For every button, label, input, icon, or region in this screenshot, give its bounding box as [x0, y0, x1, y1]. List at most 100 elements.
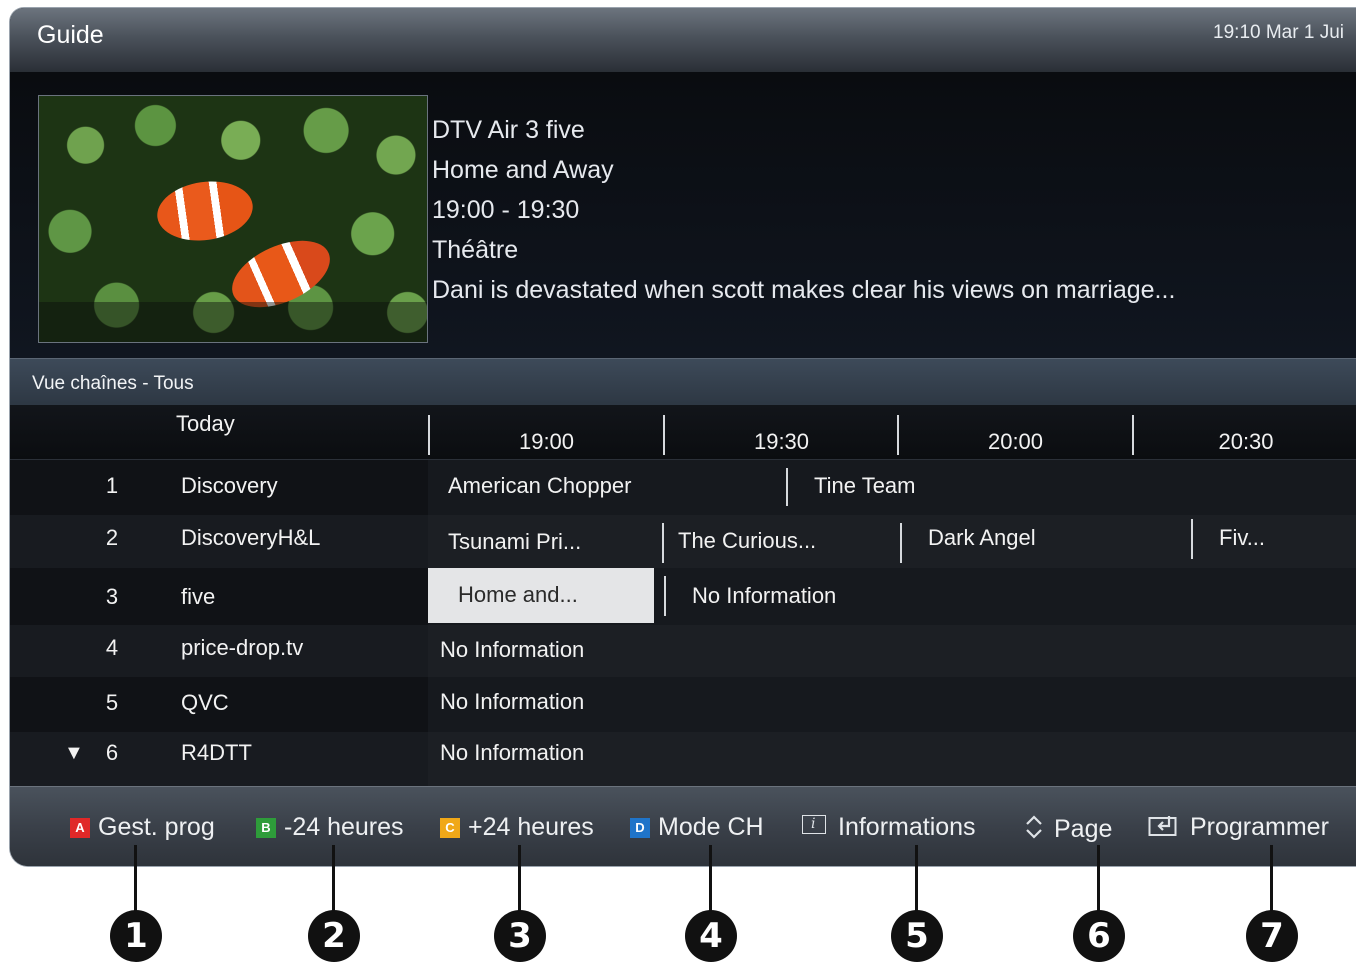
- callout-badge: 6: [1073, 910, 1125, 962]
- program-title: Fiv...: [1219, 525, 1266, 550]
- channel-number: 1: [105, 473, 119, 498]
- callout-badge: 5: [891, 910, 943, 962]
- program-cell[interactable]: The Curious...: [662, 523, 900, 563]
- channel-row[interactable]: 3 five Home and... No Information: [10, 568, 1356, 625]
- program-cell-selected[interactable]: Home and...: [428, 568, 654, 623]
- guide-screen: Guide 19:10 Mar 1 Jui DTV Air 3 five Hom…: [10, 8, 1356, 866]
- callout-line: [332, 845, 335, 915]
- channel-cell[interactable]: 1 Discovery: [10, 460, 428, 515]
- channel-cell[interactable]: 4 price-drop.tv: [10, 625, 428, 677]
- time-label: 19:30: [753, 429, 810, 454]
- callout-line: [1270, 845, 1273, 915]
- channel-number: 2: [105, 525, 119, 550]
- program-cell[interactable]: American Chopper: [428, 460, 786, 515]
- time-label: 20:30: [1218, 429, 1274, 454]
- channel-row[interactable]: 1 Discovery American Chopper Tine Team: [10, 460, 1356, 515]
- info-description: Dani is devastated when scott makes clea…: [432, 276, 1176, 304]
- program-title: Dark Angel: [928, 525, 1036, 550]
- channel-name: Discovery: [181, 473, 278, 498]
- time-slot: 20:30: [1132, 415, 1356, 455]
- callout-line: [518, 845, 521, 915]
- channel-number: 6: [105, 740, 119, 765]
- footer-label: Informations: [838, 813, 976, 841]
- callout-line: [915, 845, 918, 915]
- callout-line: [709, 845, 712, 915]
- program-cell[interactable]: Tsunami Pri...: [428, 515, 662, 568]
- footer-item-mode-ch[interactable]: D Mode CH: [630, 813, 764, 842]
- channel-row[interactable]: 5 QVC No Information: [10, 677, 1356, 732]
- enter-icon: [1148, 816, 1177, 836]
- program-title: No Information: [440, 637, 585, 662]
- channel-row[interactable]: ▼ 6 R4DTT No Information: [10, 732, 1356, 786]
- program-lane: Tsunami Pri... The Curious... Dark Angel…: [428, 515, 1356, 568]
- program-title: The Curious...: [678, 528, 817, 553]
- program-cell[interactable]: No Information: [428, 732, 1328, 786]
- footer-item-plus-24h[interactable]: C +24 heures: [440, 813, 594, 842]
- program-details: DTV Air 3 five Home and Away 19:00 - 19:…: [432, 110, 1175, 310]
- callout-badge: 3: [494, 910, 546, 962]
- channel-name: price-drop.tv: [181, 635, 304, 660]
- view-label: Vue chaînes - Tous: [32, 373, 194, 394]
- channel-row[interactable]: 2 DiscoveryH&L Tsunami Pri... The Curiou…: [10, 515, 1356, 568]
- footer-item-informations[interactable]: i Informations: [802, 813, 976, 842]
- fish-shape: [153, 175, 257, 247]
- time-label: 20:00: [987, 429, 1044, 454]
- info-time: 19:00 - 19:30: [432, 196, 580, 224]
- info-genre: Théâtre: [432, 236, 519, 264]
- callout-badge: 7: [1246, 910, 1298, 962]
- header-bar: Guide 19:10 Mar 1 Jui: [10, 8, 1356, 73]
- program-cell[interactable]: Tine Team: [786, 468, 1356, 506]
- footer-label: Page: [1054, 815, 1113, 843]
- callout-line: [134, 845, 137, 915]
- channel-cell[interactable]: 2 DiscoveryH&L: [10, 515, 428, 568]
- channel-cell[interactable]: 5 QVC: [10, 677, 428, 732]
- time-header: Today 19:00 19:30 20:00 20:30: [10, 405, 1356, 460]
- button-guide-bar: A Gest. prog B -24 heures C +24 heures D Mod…: [10, 786, 1356, 866]
- program-title: No Information: [440, 689, 585, 714]
- info-icon: i: [802, 815, 826, 834]
- callout-badge: 2: [308, 910, 360, 962]
- channel-name: R4DTT: [181, 740, 252, 765]
- footer-item-programmer[interactable]: Programmer: [1148, 813, 1329, 842]
- program-cell[interactable]: No Information: [428, 625, 1328, 677]
- time-slot: 20:00: [897, 415, 1132, 455]
- program-info-panel: DTV Air 3 five Home and Away 19:00 - 19:…: [10, 72, 1356, 358]
- footer-label: +24 heures: [468, 813, 594, 841]
- callout-badge: 4: [685, 910, 737, 962]
- time-slot: 19:30: [663, 415, 898, 455]
- program-title: No Information: [440, 740, 585, 765]
- program-lane: American Chopper Tine Team: [428, 460, 1356, 515]
- clock: 19:10 Mar 1 Jui: [1213, 22, 1344, 43]
- channel-cell[interactable]: 3 five: [10, 568, 428, 625]
- channel-number: 3: [105, 584, 119, 609]
- scroll-down-icon[interactable]: ▼: [64, 742, 84, 765]
- footer-item-minus-24h[interactable]: B -24 heures: [256, 813, 404, 842]
- channel-cell[interactable]: ▼ 6 R4DTT: [10, 732, 428, 786]
- channel-row[interactable]: 4 price-drop.tv No Information: [10, 625, 1356, 677]
- program-title: No Information: [692, 583, 837, 608]
- footer-label: -24 heures: [284, 813, 404, 841]
- channel-number: 4: [105, 635, 119, 660]
- program-cell[interactable]: No Information: [664, 576, 1266, 616]
- screen-title: Guide: [37, 21, 104, 49]
- time-slot: 19:00: [428, 415, 663, 455]
- red-key-icon: A: [70, 818, 90, 838]
- program-title: American Chopper: [448, 473, 632, 498]
- program-cell[interactable]: Dark Angel: [900, 523, 1192, 563]
- footer-item-gest-prog[interactable]: A Gest. prog: [70, 813, 215, 842]
- channel-name: five: [181, 584, 216, 609]
- program-cell[interactable]: Fiv...: [1191, 519, 1353, 559]
- program-cell[interactable]: No Information: [428, 677, 1328, 732]
- time-label: 19:00: [518, 429, 575, 454]
- footer-label: Mode CH: [658, 813, 764, 841]
- program-title: Tine Team: [814, 473, 916, 498]
- info-program: Home and Away: [432, 156, 614, 184]
- footer-item-page[interactable]: Page: [1024, 813, 1112, 844]
- channel-number: 5: [105, 690, 119, 715]
- program-lane: No Information: [428, 732, 1356, 786]
- callout-line: [1097, 845, 1100, 915]
- channel-name: DiscoveryH&L: [181, 525, 321, 550]
- program-title: Tsunami Pri...: [448, 529, 582, 554]
- program-title: Home and...: [458, 582, 578, 607]
- program-lane: Home and... No Information: [428, 568, 1356, 625]
